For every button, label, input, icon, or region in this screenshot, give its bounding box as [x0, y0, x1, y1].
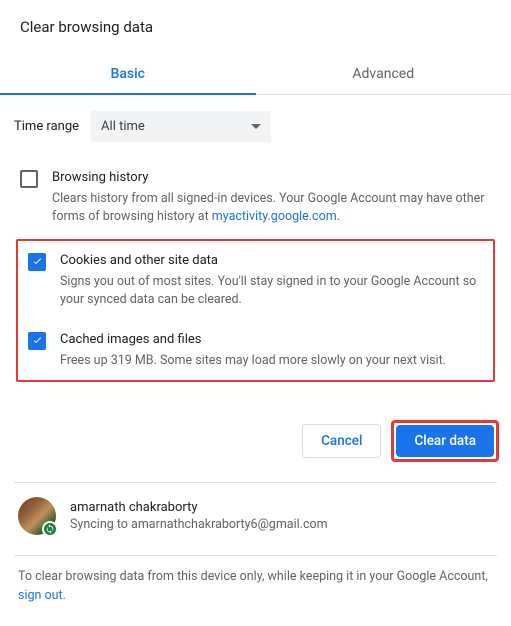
avatar: [18, 497, 56, 535]
account-name: amarnath chakraborty: [70, 500, 328, 515]
option-desc: Clears history from all signed-in device…: [52, 190, 491, 228]
account-sync-status: Syncing to amarnathchakraborty6@gmail.co…: [70, 517, 328, 532]
option-title: Cached images and files: [60, 330, 483, 350]
myactivity-link[interactable]: myactivity.google.com: [212, 209, 337, 224]
tab-basic[interactable]: Basic: [0, 56, 256, 94]
signout-note: To clear browsing data from this device …: [0, 556, 511, 626]
tabs: Basic Advanced: [0, 56, 511, 95]
highlighted-options: Cookies and other site data Signs you ou…: [16, 239, 495, 382]
clear-data-highlight: Clear data: [391, 420, 499, 462]
checkbox-cache[interactable]: [28, 332, 46, 350]
time-range-label: Time range: [14, 119, 79, 134]
checkbox-cookies[interactable]: [28, 253, 46, 271]
option-browsing-history: Browsing history Clears history from all…: [10, 158, 501, 237]
chevron-down-icon: [251, 124, 261, 129]
clear-data-button[interactable]: Clear data: [396, 425, 494, 457]
option-desc: Frees up 319 MB. Some sites may load mor…: [60, 352, 483, 371]
time-range-value: All time: [101, 119, 145, 134]
time-range-row: Time range All time: [0, 95, 511, 152]
time-range-select[interactable]: All time: [91, 111, 271, 142]
sync-icon: [42, 521, 58, 537]
option-cookies: Cookies and other site data Signs you ou…: [18, 241, 493, 320]
sign-out-link[interactable]: sign out: [18, 588, 63, 603]
cancel-button[interactable]: Cancel: [302, 424, 381, 458]
footer-buttons: Cancel Clear data: [0, 390, 511, 472]
checkbox-browsing-history[interactable]: [20, 170, 38, 188]
option-cache: Cached images and files Frees up 319 MB.…: [18, 320, 493, 380]
account-row: amarnath chakraborty Syncing to amarnath…: [0, 483, 511, 545]
option-title: Cookies and other site data: [60, 251, 483, 271]
option-title: Browsing history: [52, 168, 491, 188]
option-desc: Signs you out of most sites. You'll stay…: [60, 273, 483, 311]
dialog-title: Clear browsing data: [0, 0, 511, 36]
options-list: Browsing history Clears history from all…: [0, 152, 511, 390]
tab-advanced[interactable]: Advanced: [256, 56, 511, 94]
